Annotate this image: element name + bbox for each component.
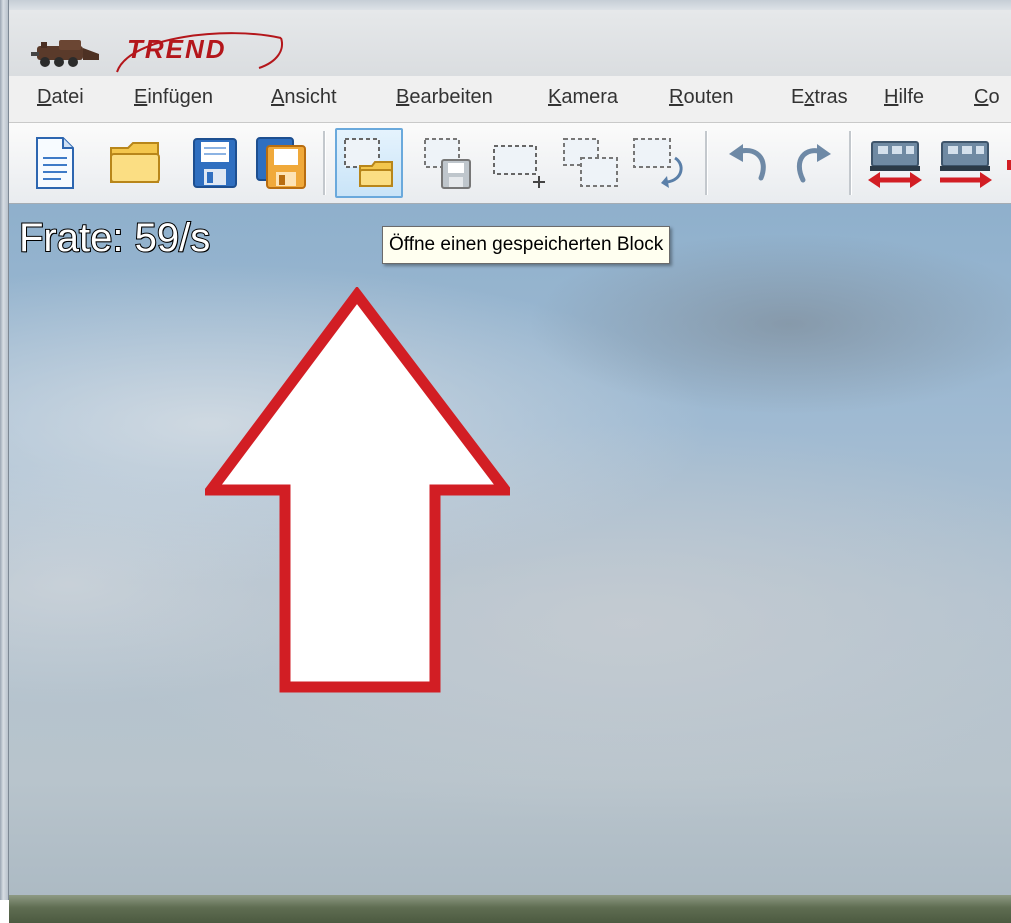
toolbar-separator <box>849 131 852 195</box>
frame-rate-display: Frate: 59/s <box>18 215 211 261</box>
redo-icon <box>796 144 831 183</box>
train-right-button[interactable] <box>931 128 999 198</box>
toolbar <box>9 123 1011 204</box>
menu-bar: Datei Einfügen Ansicht Bearbeiten Kamera… <box>9 76 1011 123</box>
toolbar-separator <box>323 131 326 195</box>
3d-viewport[interactable]: Frate: 59/s Öffne einen gespeicherten Bl… <box>9 204 1011 923</box>
menu-bearbeiten[interactable]: Bearbeiten <box>396 86 493 109</box>
ground-strip <box>9 895 1011 923</box>
menu-hilfe[interactable]: Hilfe <box>884 86 924 109</box>
save-disk-icon <box>193 138 237 188</box>
train-right-icon <box>940 141 992 188</box>
new-document-icon <box>36 137 74 189</box>
select-rectangle-icon <box>493 145 545 188</box>
window-frame-top <box>0 0 1011 10</box>
locomotive-icon <box>31 40 99 67</box>
copy-block-button[interactable] <box>557 128 625 198</box>
redo-button[interactable] <box>777 128 845 198</box>
open-block-button[interactable] <box>335 128 403 198</box>
menu-ansicht[interactable]: Ansicht <box>271 86 337 109</box>
save-block-icon <box>424 138 471 189</box>
undo-icon <box>729 144 766 181</box>
train-icon-partial <box>1007 160 1011 170</box>
menu-kamera[interactable]: Kamera <box>548 86 618 109</box>
undo-button[interactable] <box>715 128 783 198</box>
select-block-button[interactable] <box>487 128 555 198</box>
save-block-button[interactable] <box>415 128 483 198</box>
menu-einfuegen[interactable]: Einfügen <box>134 86 213 109</box>
up-arrow-annotation-icon <box>205 287 510 693</box>
toolbar-overflow <box>1001 128 1011 198</box>
save-as-button[interactable] <box>247 128 315 198</box>
menu-co[interactable]: Co <box>974 86 1000 109</box>
logo-text: TREND <box>127 34 227 64</box>
save-button[interactable] <box>181 128 249 198</box>
rotate-block-button[interactable] <box>627 128 695 198</box>
open-folder-icon <box>110 142 160 183</box>
copy-block-icon <box>563 138 618 187</box>
toolbar-separator <box>705 131 708 195</box>
tooltip: Öffne einen gespeicherten Block <box>382 226 671 264</box>
train-left-icon <box>868 141 922 188</box>
open-folder-button[interactable] <box>101 128 169 198</box>
train-left-button[interactable] <box>861 128 929 198</box>
save-as-icon <box>256 137 306 189</box>
menu-routen[interactable]: Routen <box>669 86 734 109</box>
app-logo: TREND <box>29 32 283 74</box>
app-window: TREND Datei Einfügen Ansicht Bearbeiten … <box>0 0 1011 923</box>
title-bar: TREND <box>9 10 1011 76</box>
rotate-block-icon <box>633 138 683 188</box>
menu-extras[interactable]: Extras <box>791 86 848 109</box>
open-block-icon <box>344 138 393 187</box>
window-frame-left <box>0 0 9 900</box>
menu-datei[interactable]: Datei <box>37 86 84 109</box>
new-document-button[interactable] <box>21 128 89 198</box>
